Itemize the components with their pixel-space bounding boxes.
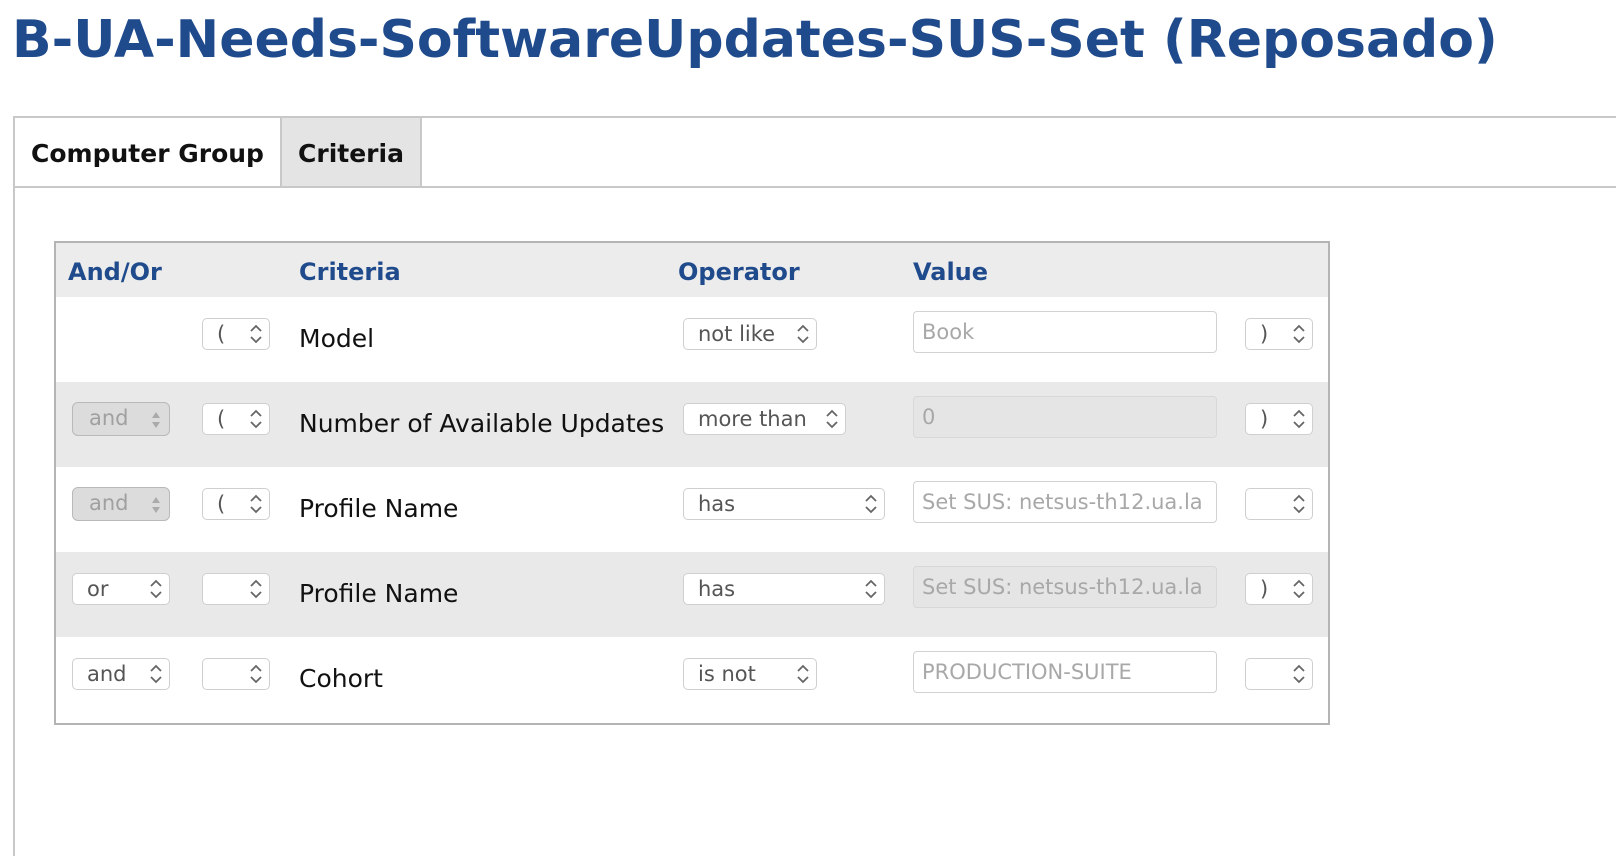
open-paren-select[interactable]: (	[202, 488, 270, 520]
chevron-up-down-icon	[250, 664, 262, 684]
close-paren-select[interactable]: )	[1245, 403, 1313, 435]
tab-divider	[15, 186, 1616, 188]
chevron-up-down-icon	[865, 579, 877, 599]
operator-select[interactable]: more than	[683, 403, 846, 435]
header-value: Value	[913, 258, 989, 286]
chevron-up-down-icon	[250, 579, 262, 599]
value-field[interactable]: Set SUS: netsus-th12.ua.la	[913, 566, 1217, 608]
chevron-up-down-icon	[250, 324, 262, 344]
criteria-name: Profile Name	[299, 579, 459, 608]
chevron-up-down-icon	[250, 409, 262, 429]
table-row: and Cohort is not PRODUCTION-SUITE	[56, 637, 1328, 722]
header-criteria: Criteria	[299, 258, 401, 286]
table-row: and ( Number of Available Updates more t…	[56, 382, 1328, 467]
criteria-name: Number of Available Updates	[299, 409, 665, 438]
criteria-name: Cohort	[299, 664, 383, 693]
tab-criteria[interactable]: Criteria	[280, 118, 422, 188]
table-row: or Profile Name has Set SUS: netsus-th12…	[56, 552, 1328, 637]
open-paren-select[interactable]	[202, 573, 270, 605]
header-operator: Operator	[678, 258, 800, 286]
chevron-up-down-icon	[1293, 409, 1305, 429]
open-paren-select[interactable]	[202, 658, 270, 690]
header-and-or: And/Or	[68, 258, 162, 286]
operator-select[interactable]: has	[683, 488, 885, 520]
value-field[interactable]: Book	[913, 311, 1217, 353]
operator-select[interactable]: not like	[683, 318, 817, 350]
criteria-name: Profile Name	[299, 494, 459, 523]
chevron-up-down-icon	[797, 324, 809, 344]
close-paren-select[interactable]: )	[1245, 573, 1313, 605]
operator-select[interactable]: has	[683, 573, 885, 605]
tab-bar: Computer Group Criteria	[15, 118, 422, 188]
criteria-name: Model	[299, 324, 375, 353]
and-or-select[interactable]: and	[72, 402, 170, 436]
close-paren-select[interactable]: )	[1245, 318, 1313, 350]
table-header: And/Or Criteria Operator Value	[56, 243, 1328, 297]
open-paren-select[interactable]: (	[202, 403, 270, 435]
chevron-up-down-icon	[150, 579, 162, 599]
chevron-up-down-icon	[1293, 579, 1305, 599]
page-title: B-UA-Needs-SoftwareUpdates-SUS-Set (Repo…	[12, 10, 1498, 70]
chevron-up-down-icon	[1293, 324, 1305, 344]
operator-select[interactable]: is not	[683, 658, 817, 690]
chevron-up-down-icon	[1293, 494, 1305, 514]
and-or-select[interactable]: or	[72, 573, 170, 605]
value-field[interactable]: Set SUS: netsus-th12.ua.la	[913, 481, 1217, 523]
chevron-up-down-icon	[1293, 664, 1305, 684]
close-paren-select[interactable]	[1245, 658, 1313, 690]
value-field[interactable]: PRODUCTION-SUITE	[913, 651, 1217, 693]
chevron-up-down-icon	[865, 494, 877, 514]
table-row: ( Model not like Book )	[56, 297, 1328, 382]
tab-computer-group[interactable]: Computer Group	[15, 118, 280, 188]
chevron-up-down-icon	[250, 494, 262, 514]
table-row: and ( Profile Name has Set SUS: netsus-t…	[56, 467, 1328, 552]
chevron-up-down-icon	[797, 664, 809, 684]
open-paren-select[interactable]: (	[202, 318, 270, 350]
close-paren-select[interactable]	[1245, 488, 1313, 520]
and-or-select[interactable]: and	[72, 487, 170, 521]
value-field[interactable]: 0	[913, 396, 1217, 438]
chevron-up-down-icon	[826, 409, 838, 429]
chevron-up-down-icon	[150, 664, 162, 684]
chevron-up-down-icon	[152, 412, 160, 428]
and-or-select[interactable]: and	[72, 658, 170, 690]
criteria-table: And/Or Criteria Operator Value ( Model n…	[54, 241, 1330, 725]
chevron-up-down-icon	[152, 497, 160, 513]
